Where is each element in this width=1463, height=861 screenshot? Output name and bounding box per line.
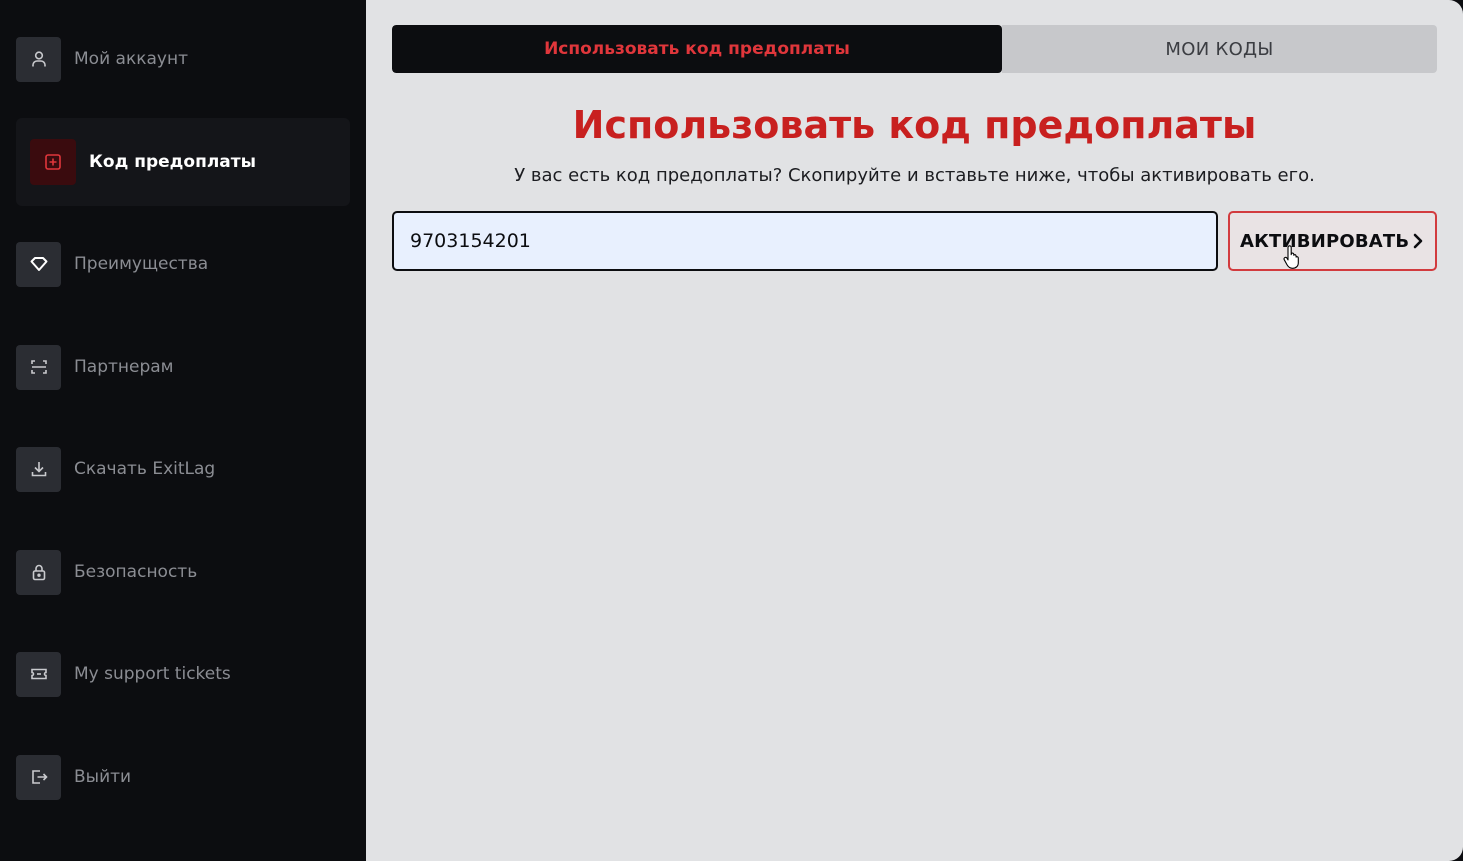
sidebar-item-label: Мой аккаунт [74,49,188,69]
download-icon [16,446,61,492]
logout-icon [16,754,61,800]
sidebar-item-security[interactable]: Безопасность [16,549,350,595]
sidebar-item-label: Выйти [74,767,132,787]
prepaid-code-input[interactable] [392,211,1218,271]
sidebar-item-download[interactable]: Скачать ExitLag [16,446,350,492]
sidebar-item-prepaid-code[interactable]: Код предоплаты [16,118,350,206]
pointer-cursor-icon [1283,245,1299,269]
main-panel: Использовать код предоплаты МОИ КОДЫ Исп… [366,0,1463,861]
activate-button[interactable]: АКТИВИРОВАТЬ [1228,211,1437,271]
sidebar-item-label: Скачать ExitLag [74,459,216,479]
diamond-icon [16,241,61,287]
sidebar-item-label: Партнерам [74,357,174,377]
tab-my-codes[interactable]: МОИ КОДЫ [1002,25,1437,73]
sidebar-item-partners[interactable]: Партнерам [16,344,350,390]
sidebar-item-support-tickets[interactable]: My support tickets [16,651,350,697]
sidebar-item-logout[interactable]: Выйти [16,754,350,800]
plus-square-icon [30,139,76,185]
user-icon [16,36,61,82]
sidebar-item-my-account[interactable]: Мой аккаунт [16,36,350,82]
scan-icon [16,344,61,390]
tab-use-prepaid-code[interactable]: Использовать код предоплаты [392,25,1002,73]
activate-button-label: АКТИВИРОВАТЬ [1240,230,1410,252]
chevron-right-icon [1413,233,1423,249]
lock-icon [16,549,61,595]
sidebar-item-label: Преимущества [74,254,209,274]
sidebar-item-label: Код предоплаты [89,152,256,172]
sidebar-item-benefits[interactable]: Преимущества [16,241,350,287]
sidebar: Мой аккаунт Код предоплаты Преимущества … [0,0,366,861]
page-title: Использовать код предоплаты [572,103,1257,147]
sidebar-item-label: Безопасность [74,562,198,582]
tab-bar: Использовать код предоплаты МОИ КОДЫ [392,25,1437,73]
ticket-icon [16,651,61,697]
sidebar-item-label: My support tickets [74,664,231,684]
page-subtitle: У вас есть код предоплаты? Скопируйте и … [514,165,1315,186]
